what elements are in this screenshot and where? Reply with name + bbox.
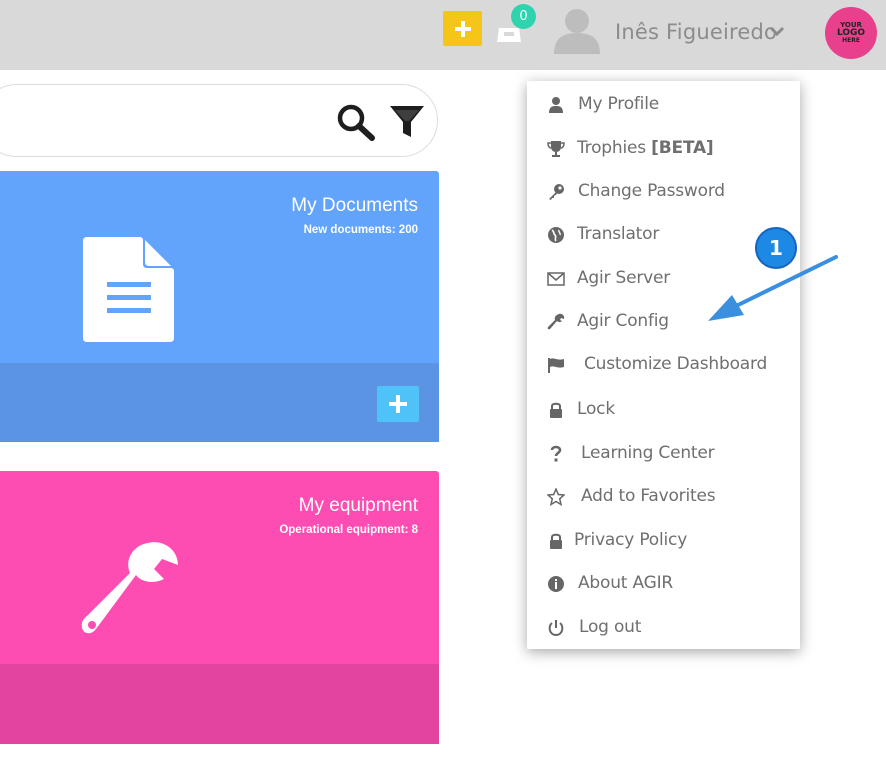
menu-item-label-text: Trophies bbox=[577, 138, 652, 158]
equipment-tile[interactable]: My equipment Operational equipment: 8 bbox=[0, 471, 439, 744]
menu-item-customize-dashboard[interactable]: Customize Dashboard bbox=[527, 346, 800, 384]
user-icon bbox=[549, 97, 563, 113]
tile-footer bbox=[0, 664, 439, 744]
menu-item-label: My Profile bbox=[578, 94, 659, 114]
menu-item-lock[interactable]: Lock bbox=[527, 391, 800, 429]
chevron-down-icon[interactable] bbox=[768, 22, 786, 40]
key-icon bbox=[549, 184, 564, 200]
plus-icon bbox=[389, 395, 407, 413]
power-icon bbox=[548, 620, 564, 637]
tile-subtitle: Operational equipment: 8 bbox=[279, 524, 418, 536]
document-icon bbox=[83, 237, 174, 342]
menu-item-label: About AGIR bbox=[578, 573, 673, 593]
search-icon[interactable] bbox=[336, 103, 376, 141]
menu-item-label: Log out bbox=[579, 617, 642, 637]
menu-item-trophies[interactable]: Trophies [BETA] bbox=[527, 130, 800, 168]
filter-icon[interactable] bbox=[388, 103, 426, 141]
menu-item-add-to-favorites[interactable]: Add to Favorites bbox=[527, 478, 800, 516]
flag-icon bbox=[548, 358, 564, 373]
beta-tag: [BETA] bbox=[651, 138, 714, 158]
info-icon bbox=[548, 576, 564, 592]
lock-icon bbox=[550, 402, 562, 418]
menu-item-log-out[interactable]: Log out bbox=[527, 609, 800, 647]
menu-item-label: Agir Server bbox=[577, 268, 671, 288]
menu-item-label: Change Password bbox=[578, 181, 725, 201]
question-icon bbox=[550, 445, 562, 462]
tile-title: My Documents bbox=[291, 195, 418, 216]
user-avatar-icon[interactable] bbox=[551, 6, 603, 54]
menu-item-label: Customize Dashboard bbox=[584, 354, 768, 374]
star-icon bbox=[547, 488, 565, 506]
menu-item-label: Agir Config bbox=[577, 311, 669, 331]
menu-item-about-agir[interactable]: About AGIR bbox=[527, 565, 800, 603]
lock-icon bbox=[550, 533, 562, 549]
menu-item-label: Trophies [BETA] bbox=[577, 138, 714, 158]
menu-item-label: Learning Center bbox=[581, 443, 715, 463]
notification-badge: 0 bbox=[511, 4, 536, 29]
tile-title: My equipment bbox=[298, 495, 418, 516]
envelope-icon bbox=[547, 272, 565, 286]
trophy-icon bbox=[547, 141, 565, 157]
menu-item-my-profile[interactable]: My Profile bbox=[527, 86, 800, 124]
user-dropdown-menu: My Profile Trophies [BETA] Change Passwo… bbox=[527, 81, 800, 649]
logo-text-line: HERE bbox=[842, 37, 860, 44]
menu-item-label: Add to Favorites bbox=[581, 486, 716, 506]
documents-tile[interactable]: My Documents New documents: 200 bbox=[0, 171, 439, 442]
wrench-icon bbox=[547, 313, 565, 330]
search-input[interactable] bbox=[11, 105, 311, 135]
user-name[interactable]: Inês Figueiredo bbox=[615, 20, 777, 44]
menu-item-change-password[interactable]: Change Password bbox=[527, 173, 800, 211]
company-logo[interactable]: YOUR LOGO HERE bbox=[825, 7, 877, 59]
tile-subtitle: New documents: 200 bbox=[303, 224, 418, 236]
menu-item-label: Translator bbox=[577, 224, 660, 244]
menu-item-learning-center[interactable]: Learning Center bbox=[527, 435, 800, 473]
menu-item-label: Privacy Policy bbox=[574, 530, 688, 550]
menu-item-label: Lock bbox=[577, 399, 615, 419]
plus-icon bbox=[454, 20, 471, 37]
annotation-step-badge: 1 bbox=[755, 227, 797, 269]
add-document-button[interactable] bbox=[377, 386, 419, 422]
quick-add-button[interactable] bbox=[443, 11, 482, 46]
tile-footer bbox=[0, 363, 439, 442]
wrench-icon bbox=[81, 542, 178, 634]
globe-icon bbox=[548, 227, 564, 243]
menu-item-privacy-policy[interactable]: Privacy Policy bbox=[527, 522, 800, 560]
